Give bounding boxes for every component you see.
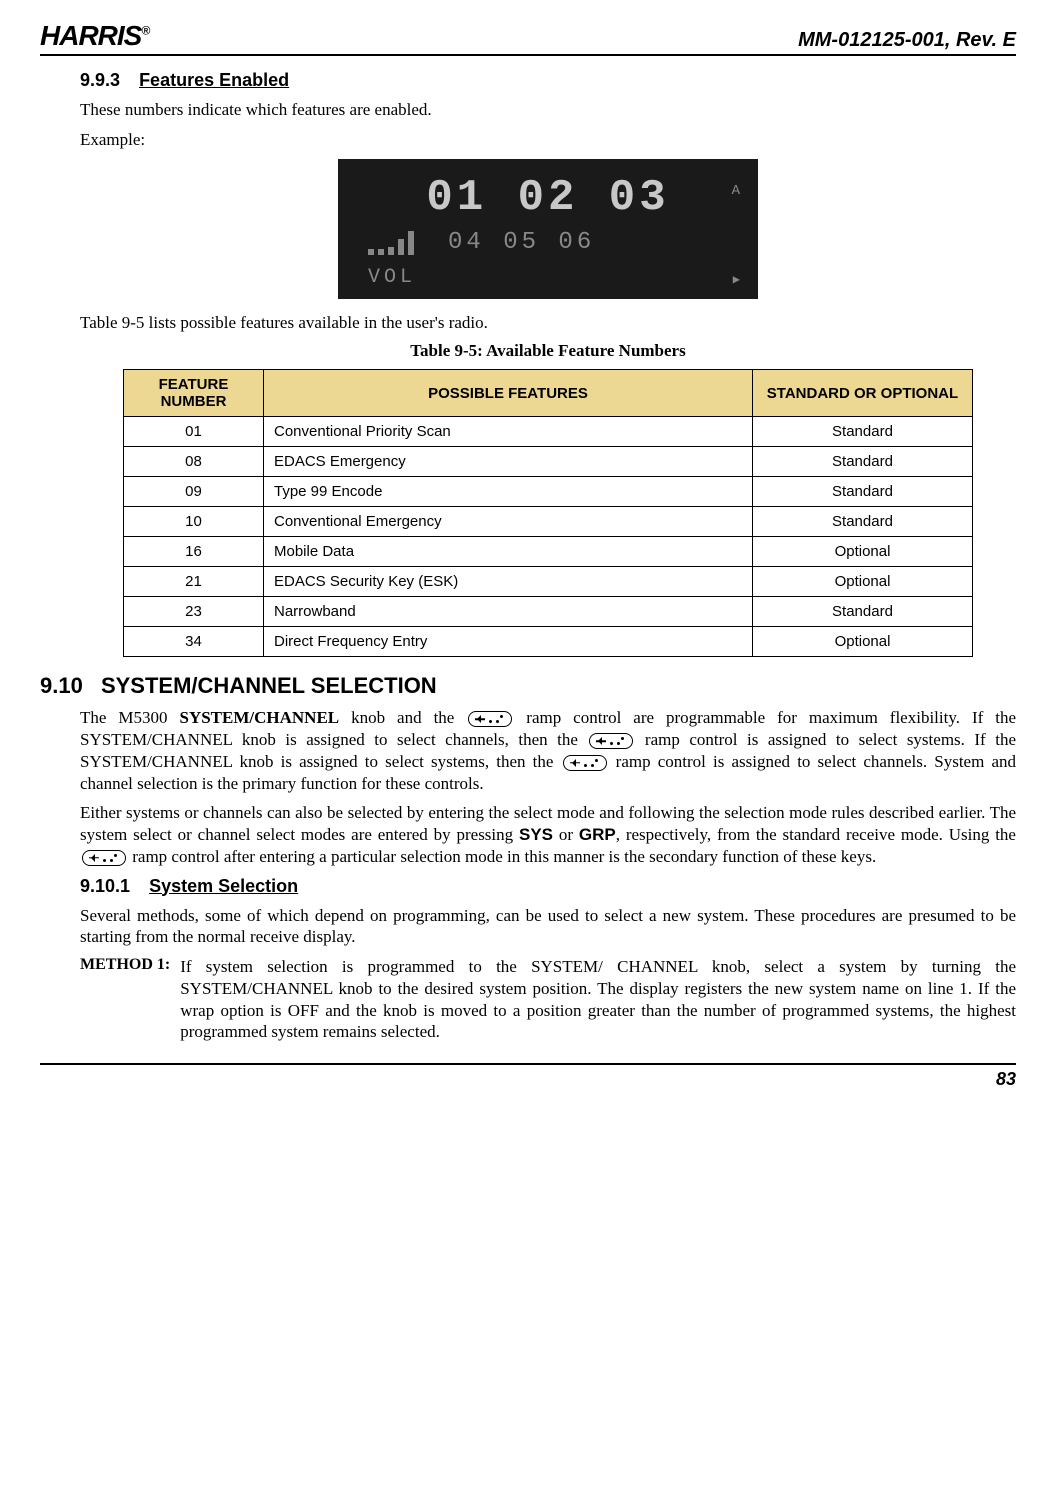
- document-id: MM-012125-001, Rev. E: [798, 29, 1016, 52]
- table-row: 23 Narrowband Standard: [124, 597, 973, 627]
- heading-title: Features Enabled: [139, 70, 289, 90]
- heading-number: 9.10.1: [80, 876, 130, 896]
- cell-so: Optional: [753, 627, 973, 657]
- text: ramp control after entering a particular…: [128, 847, 876, 866]
- cell-feature: EDACS Emergency: [264, 447, 753, 477]
- table-row: 01 Conventional Priority Scan Standard: [124, 417, 973, 447]
- sys-key-label: SYS: [519, 825, 553, 844]
- ramp-icon: [82, 850, 126, 866]
- cell-so: Standard: [753, 477, 973, 507]
- play-icon: ▶: [733, 272, 740, 287]
- cell-feature: Type 99 Encode: [264, 477, 753, 507]
- page-number: 83: [996, 1069, 1016, 1089]
- display-line-2: 04 05 06: [448, 229, 595, 256]
- feature-table: FEATURE NUMBER POSSIBLE FEATURES STANDAR…: [123, 369, 973, 657]
- paragraph: The M5300 SYSTEM/CHANNEL knob and the ra…: [80, 707, 1016, 794]
- display-vol-label: VOL: [368, 266, 416, 289]
- table-row: 09 Type 99 Encode Standard: [124, 477, 973, 507]
- cell-so: Standard: [753, 447, 973, 477]
- col-header-number: FEATURE NUMBER: [124, 370, 264, 417]
- cell-so: Optional: [753, 567, 973, 597]
- heading-system-channel-selection: 9.10 SYSTEM/CHANNEL SELECTION: [40, 673, 1016, 699]
- method-1: METHOD 1: If system selection is program…: [80, 956, 1016, 1043]
- cell-feature: Narrowband: [264, 597, 753, 627]
- display-line-1: 01 02 03: [338, 173, 758, 223]
- cell-feature: Mobile Data: [264, 537, 753, 567]
- cell-number: 08: [124, 447, 264, 477]
- cell-feature: Direct Frequency Entry: [264, 627, 753, 657]
- paragraph: Table 9-5 lists possible features availa…: [80, 312, 1016, 334]
- cell-number: 16: [124, 537, 264, 567]
- cell-number: 09: [124, 477, 264, 507]
- cell-number: 34: [124, 627, 264, 657]
- radio-display-figure: 01 02 03 04 05 06 VOL A ▶: [80, 159, 1016, 304]
- cell-so: Standard: [753, 597, 973, 627]
- brand-logo: HARRIS®: [40, 20, 149, 52]
- heading-number: 9.9.3: [80, 70, 120, 90]
- col-header-features: POSSIBLE FEATURES: [264, 370, 753, 417]
- table-row: 34 Direct Frequency Entry Optional: [124, 627, 973, 657]
- cell-number: 01: [124, 417, 264, 447]
- table-row: 21 EDACS Security Key (ESK) Optional: [124, 567, 973, 597]
- bold-text: SYSTEM/CHANNEL: [179, 708, 339, 727]
- signal-bars-icon: [368, 227, 414, 255]
- table-row: 16 Mobile Data Optional: [124, 537, 973, 567]
- ramp-icon: [563, 755, 607, 771]
- cell-feature: EDACS Security Key (ESK): [264, 567, 753, 597]
- display-a-indicator: A: [732, 183, 740, 199]
- grp-key-label: GRP: [579, 825, 616, 844]
- cell-feature: Conventional Emergency: [264, 507, 753, 537]
- text: knob and the: [339, 708, 466, 727]
- text: , respectively, from the standard receiv…: [616, 825, 1016, 844]
- ramp-icon: [468, 711, 512, 727]
- heading-system-selection: 9.10.1 System Selection: [80, 876, 1016, 897]
- table-row: 10 Conventional Emergency Standard: [124, 507, 973, 537]
- heading-title: System Selection: [149, 876, 298, 896]
- table-row: 08 EDACS Emergency Standard: [124, 447, 973, 477]
- cell-feature: Conventional Priority Scan: [264, 417, 753, 447]
- paragraph: Either systems or channels can also be s…: [80, 802, 1016, 867]
- cell-number: 21: [124, 567, 264, 597]
- cell-so: Standard: [753, 417, 973, 447]
- table-header-row: FEATURE NUMBER POSSIBLE FEATURES STANDAR…: [124, 370, 973, 417]
- table-caption: Table 9-5: Available Feature Numbers: [80, 341, 1016, 361]
- text: or: [553, 825, 579, 844]
- method-body: If system selection is programmed to the…: [180, 956, 1016, 1043]
- ramp-icon: [589, 733, 633, 749]
- paragraph: These numbers indicate which features ar…: [80, 99, 1016, 121]
- cell-so: Standard: [753, 507, 973, 537]
- paragraph: Several methods, some of which depend on…: [80, 905, 1016, 949]
- method-label: METHOD 1:: [80, 956, 170, 1043]
- page-footer: 83: [40, 1063, 1016, 1090]
- radio-display: 01 02 03 04 05 06 VOL A ▶: [338, 159, 758, 299]
- page-content: 9.9.3 Features Enabled These numbers ind…: [80, 70, 1016, 1043]
- cell-number: 10: [124, 507, 264, 537]
- page-header: HARRIS® MM-012125-001, Rev. E: [40, 20, 1016, 56]
- heading-number: 9.10: [40, 673, 83, 698]
- cell-number: 23: [124, 597, 264, 627]
- text: The M5300: [80, 708, 179, 727]
- logo-text: HARRIS: [40, 20, 141, 51]
- heading-title: SYSTEM/CHANNEL SELECTION: [101, 673, 437, 698]
- cell-so: Optional: [753, 537, 973, 567]
- col-header-standard-optional: STANDARD OR OPTIONAL: [753, 370, 973, 417]
- heading-features-enabled: 9.9.3 Features Enabled: [80, 70, 1016, 91]
- paragraph: Example:: [80, 129, 1016, 151]
